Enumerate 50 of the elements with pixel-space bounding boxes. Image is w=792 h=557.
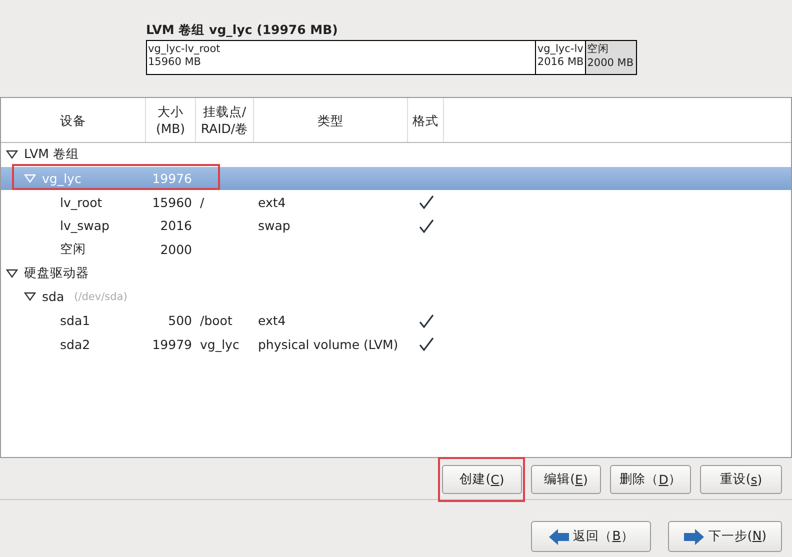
device-name: LVM 卷组 [24, 146, 79, 164]
size-cell: 15960 [152, 194, 192, 210]
device-name: lv_root [60, 194, 102, 210]
next-button[interactable]: 下一步(N) [668, 521, 782, 552]
tree-row[interactable]: sda1 500 /boot ext4 [1, 308, 791, 332]
left-arrow-icon [548, 528, 570, 546]
device-name: sda [42, 289, 64, 304]
size-cell: 19976 [152, 171, 192, 186]
device-name: sda2 [60, 336, 90, 352]
size-cell: 19979 [152, 336, 192, 352]
tree-row[interactable]: LVM 卷组 [1, 143, 791, 167]
tree-row[interactable]: lv_swap 2016 swap [1, 214, 791, 238]
volume-segment: vg_lyc-lv_root 15960 MB [147, 41, 536, 74]
tree-row[interactable]: lv_root 15960 / ext4 [1, 190, 791, 214]
device-name: 空闲 [60, 241, 86, 258]
device-path: (/dev/sda) [74, 290, 128, 303]
back-button[interactable]: 返回（B） [531, 521, 651, 552]
tree-row[interactable]: 硬盘驱动器 [1, 261, 791, 286]
mount-point-cell: /boot [200, 313, 232, 328]
action-button[interactable]: 重设(s) [700, 465, 782, 494]
tree-row[interactable]: sda2 19979 vg_lyc physical volume (LVM) [1, 332, 791, 356]
action-button[interactable]: 编辑(E) [531, 465, 601, 494]
column-header[interactable]: 大小 (MB) [146, 98, 196, 142]
type-cell: ext4 [258, 313, 286, 328]
device-name: 硬盘驱动器 [24, 264, 89, 282]
action-button[interactable]: 删除（D） [610, 465, 691, 494]
tree-row[interactable]: 空闲 2000 [1, 238, 791, 262]
volume-group-title: LVM 卷组 vg_lyc (19976 MB) [146, 22, 339, 39]
device-name: lv_swap [60, 218, 110, 234]
type-cell: ext4 [258, 194, 286, 210]
device-name: sda1 [60, 313, 90, 328]
column-header[interactable]: 类型 [254, 98, 408, 142]
right-arrow-icon [683, 528, 706, 546]
action-button[interactable]: 创建(C) [442, 465, 522, 494]
free-space-segment: 空闲 2000 MB [586, 41, 636, 74]
size-cell: 500 [168, 313, 192, 328]
mount-point-cell: / [200, 194, 204, 210]
column-header[interactable]: 格式 [408, 98, 444, 142]
type-cell: swap [258, 218, 290, 234]
expander-icon[interactable] [6, 150, 18, 160]
size-cell: 2000 [160, 242, 192, 258]
device-name: vg_lyc [42, 171, 82, 186]
column-header[interactable]: 挂载点/ RAID/卷 [196, 98, 254, 142]
mount-point-cell: vg_lyc [200, 336, 240, 352]
expander-icon[interactable] [6, 268, 18, 278]
column-header[interactable]: 设备 [1, 98, 146, 142]
size-cell: 2016 [160, 218, 192, 234]
expander-icon[interactable] [24, 292, 36, 302]
type-cell: physical volume (LVM) [258, 336, 398, 352]
tree-row[interactable]: sda (/dev/sda) [1, 285, 791, 309]
